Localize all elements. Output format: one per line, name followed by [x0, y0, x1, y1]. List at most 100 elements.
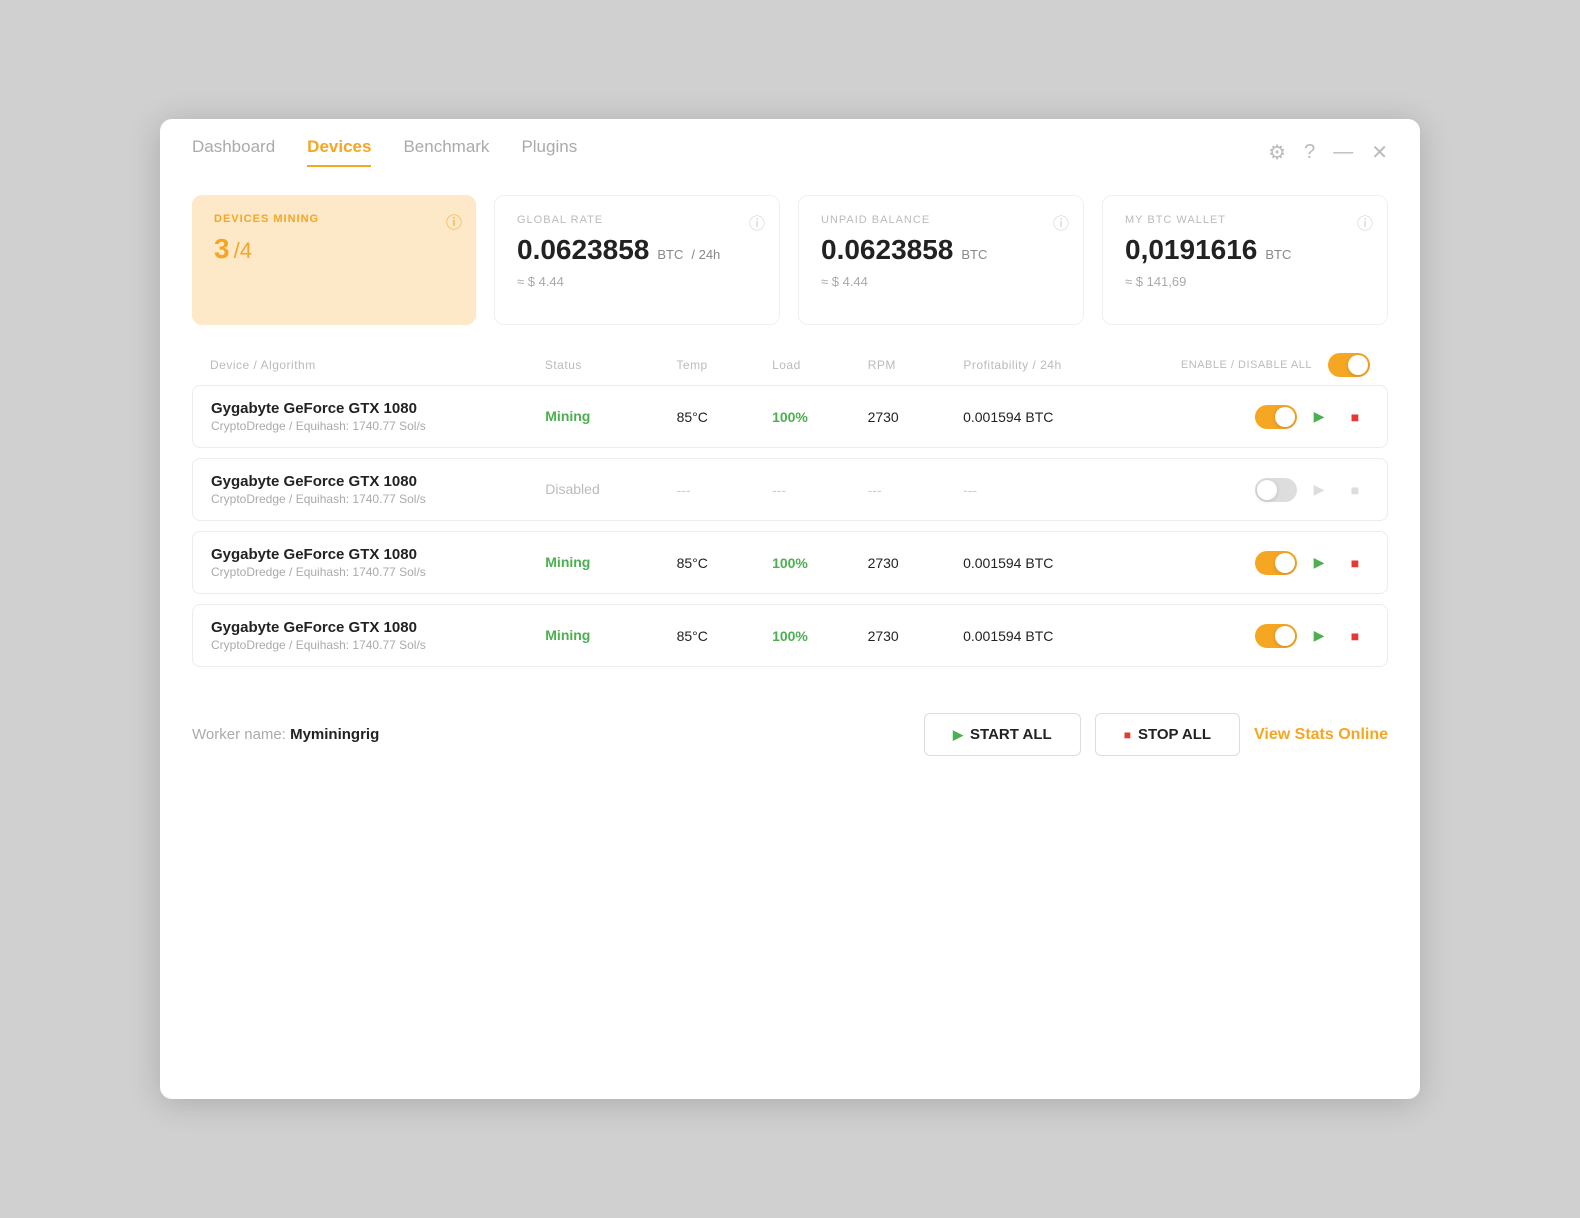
global-rate-card: ⓘ GLOBAL RATE 0.0623858 BTC / 24h ≈ $ 4.…: [494, 195, 780, 325]
unpaid-balance-label: UNPAID BALANCE: [821, 214, 1061, 226]
temp-col-2: ---: [677, 482, 773, 498]
profit-col-4: 0.001594 BTC: [963, 628, 1154, 644]
load-col-3: 100%: [772, 555, 868, 571]
device-algo-1: CryptoDredge / Equihash: 1740.77 Sol/s: [211, 419, 545, 433]
col-header-actions: ENABLE / DISABLE ALL: [1155, 353, 1370, 377]
col-header-rpm: RPM: [868, 358, 964, 372]
unpaid-balance-value: 0.0623858 BTC: [821, 234, 1061, 266]
tab-devices[interactable]: Devices: [307, 137, 371, 167]
actions-col-2: ▶ ■: [1154, 476, 1369, 504]
stop-button-2[interactable]: ■: [1341, 476, 1369, 504]
btc-wallet-label: MY BTC WALLET: [1125, 214, 1365, 226]
worker-name: Myminingrig: [290, 726, 379, 743]
stop-button-3[interactable]: ■: [1341, 549, 1369, 577]
actions-col-4: ▶ ■: [1154, 622, 1369, 650]
play-button-1[interactable]: ▶: [1305, 403, 1333, 431]
rpm-col-1: 2730: [868, 409, 964, 425]
status-badge-1: Mining: [545, 408, 590, 424]
actions-col-1: ▶ ■: [1154, 403, 1369, 431]
tab-benchmark[interactable]: Benchmark: [403, 137, 489, 167]
status-badge-4: Mining: [545, 627, 590, 643]
table-row: Gygabyte GeForce GTX 1080 CryptoDredge /…: [192, 604, 1388, 667]
device-col-1: Gygabyte GeForce GTX 1080 CryptoDredge /…: [211, 400, 545, 433]
col-header-status: Status: [545, 358, 677, 372]
unpaid-balance-card: ⓘ UNPAID BALANCE 0.0623858 BTC ≈ $ 4.44: [798, 195, 1084, 325]
status-badge-3: Mining: [545, 554, 590, 570]
start-all-label: START ALL: [970, 726, 1052, 743]
status-col-4: Mining: [545, 627, 676, 645]
app-window: Dashboard Devices Benchmark Plugins ⚙ ? …: [160, 119, 1420, 1099]
global-rate-label: GLOBAL RATE: [517, 214, 757, 226]
rpm-col-3: 2730: [868, 555, 964, 571]
device-algo-4: CryptoDredge / Equihash: 1740.77 Sol/s: [211, 638, 545, 652]
status-col-1: Mining: [545, 408, 676, 426]
table-header: Device / Algorithm Status Temp Load RPM …: [192, 353, 1388, 385]
help-icon[interactable]: ?: [1304, 141, 1315, 164]
nav-tabs: Dashboard Devices Benchmark Plugins: [192, 137, 577, 167]
btc-wallet-card: ⓘ MY BTC WALLET 0,0191616 BTC ≈ $ 141,69: [1102, 195, 1388, 325]
device-table: Device / Algorithm Status Temp Load RPM …: [192, 353, 1388, 667]
row-toggle-4[interactable]: [1255, 624, 1297, 648]
status-col-2: Disabled: [545, 481, 676, 499]
device-col-3: Gygabyte GeForce GTX 1080 CryptoDredge /…: [211, 546, 545, 579]
view-stats-link[interactable]: View Stats Online: [1254, 726, 1388, 744]
settings-icon[interactable]: ⚙: [1268, 140, 1286, 165]
stop-button-4[interactable]: ■: [1341, 622, 1369, 650]
btc-wallet-value: 0,0191616 BTC: [1125, 234, 1365, 266]
play-button-4[interactable]: ▶: [1305, 622, 1333, 650]
row-toggle-thumb-1: [1275, 407, 1295, 427]
start-all-play-icon: ▶: [953, 727, 963, 743]
btc-wallet-usd: ≈ $ 141,69: [1125, 274, 1365, 289]
start-all-button[interactable]: ▶ START ALL: [924, 713, 1081, 756]
title-bar: Dashboard Devices Benchmark Plugins ⚙ ? …: [160, 119, 1420, 167]
row-toggle-thumb-3: [1275, 553, 1295, 573]
global-rate-usd: ≈ $ 4.44: [517, 274, 757, 289]
play-button-3[interactable]: ▶: [1305, 549, 1333, 577]
actions-col-3: ▶ ■: [1154, 549, 1369, 577]
profit-col-1: 0.001594 BTC: [963, 409, 1154, 425]
stop-all-button[interactable]: ■ STOP ALL: [1095, 713, 1240, 756]
status-badge-2: Disabled: [545, 481, 599, 497]
enable-all-toggle-thumb: [1348, 355, 1368, 375]
rpm-col-4: 2730: [868, 628, 964, 644]
table-row: Gygabyte GeForce GTX 1080 CryptoDredge /…: [192, 458, 1388, 521]
load-col-2: ---: [772, 482, 868, 498]
devices-mining-info-icon[interactable]: ⓘ: [446, 209, 462, 233]
stop-button-1[interactable]: ■: [1341, 403, 1369, 431]
window-controls: ⚙ ? — ✕: [1268, 140, 1388, 165]
close-icon[interactable]: ✕: [1371, 140, 1388, 165]
temp-col-4: 85°C: [677, 628, 773, 644]
profit-col-3: 0.001594 BTC: [963, 555, 1154, 571]
device-name-2: Gygabyte GeForce GTX 1080: [211, 473, 545, 490]
tab-plugins[interactable]: Plugins: [521, 137, 577, 167]
devices-mining-card: ⓘ DEVICES MINING 3 /4: [192, 195, 476, 325]
global-rate-info-icon[interactable]: ⓘ: [749, 210, 765, 234]
table-row: Gygabyte GeForce GTX 1080 CryptoDredge /…: [192, 385, 1388, 448]
btc-wallet-info-icon[interactable]: ⓘ: [1357, 210, 1373, 234]
worker-name-wrap: Worker name: Myminingrig: [192, 726, 379, 743]
enable-all-toggle[interactable]: [1328, 353, 1370, 377]
worker-label: Worker name:: [192, 726, 286, 743]
tab-dashboard[interactable]: Dashboard: [192, 137, 275, 167]
row-toggle-2[interactable]: [1255, 478, 1297, 502]
col-header-profit: Profitability / 24h: [963, 358, 1154, 372]
global-toggle-wrap: [1328, 353, 1370, 377]
unpaid-balance-info-icon[interactable]: ⓘ: [1053, 210, 1069, 234]
row-toggle-thumb-4: [1275, 626, 1295, 646]
stats-row: ⓘ DEVICES MINING 3 /4 ⓘ GLOBAL RATE 0.06…: [160, 167, 1420, 325]
col-header-temp: Temp: [676, 358, 772, 372]
row-toggle-1[interactable]: [1255, 405, 1297, 429]
device-algo-3: CryptoDredge / Equihash: 1740.77 Sol/s: [211, 565, 545, 579]
devices-mining-label: DEVICES MINING: [214, 213, 454, 225]
unpaid-balance-usd: ≈ $ 4.44: [821, 274, 1061, 289]
play-button-2[interactable]: ▶: [1305, 476, 1333, 504]
minimize-icon[interactable]: —: [1333, 141, 1353, 164]
device-col-4: Gygabyte GeForce GTX 1080 CryptoDredge /…: [211, 619, 545, 652]
temp-col-3: 85°C: [677, 555, 773, 571]
device-col-2: Gygabyte GeForce GTX 1080 CryptoDredge /…: [211, 473, 545, 506]
global-rate-value: 0.0623858 BTC / 24h: [517, 234, 757, 266]
load-col-1: 100%: [772, 409, 868, 425]
row-toggle-3[interactable]: [1255, 551, 1297, 575]
col-header-device: Device / Algorithm: [210, 358, 545, 372]
rpm-col-2: ---: [868, 482, 964, 498]
